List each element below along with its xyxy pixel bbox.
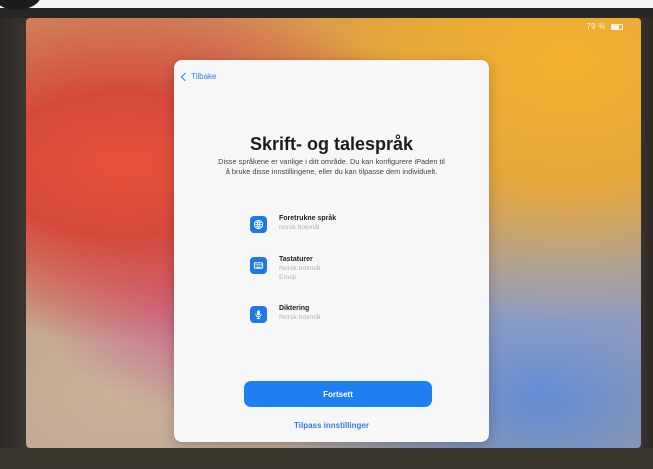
back-button-label: Tilbake (191, 72, 217, 81)
dictation-text: Diktering Norsk bokmål (279, 304, 419, 322)
globe-icon (250, 216, 267, 233)
bottom-bezel (0, 448, 653, 469)
continue-button[interactable]: Fortsett (244, 381, 432, 407)
preferred-languages-title: Foretrukne språk (279, 215, 337, 222)
battery-icon (611, 23, 623, 30)
keyboards-title: Tastaturer (279, 256, 313, 263)
top-bezel (0, 8, 653, 18)
status-bar: 79 % (587, 22, 623, 31)
customize-settings-link[interactable]: Tilpass innstillinger (174, 421, 489, 430)
preferred-languages-value: norsk bokmål (279, 224, 320, 231)
language-setup-sheet: Tilbake Skrift- og talespråk Disse språk… (174, 60, 489, 442)
right-bezel (641, 18, 653, 448)
dictation-value: Norsk bokmål (279, 314, 321, 321)
battery-percentage: 79 % (586, 22, 606, 31)
left-bezel (0, 18, 26, 448)
ipad-screen: 79 % Tilbake Skrift- og talespråk Disse … (26, 18, 641, 448)
microphone-icon (250, 306, 267, 323)
keyboard-icon (250, 257, 267, 274)
tablet-frame: 79 % Tilbake Skrift- og talespråk Disse … (0, 8, 653, 469)
keyboards-text: Tastaturer Norsk bokmål Emoji (279, 255, 419, 282)
page-description: Disse språkene er vanlige i ditt område.… (218, 157, 445, 176)
keyboards-value-1: Norsk bokmål (279, 265, 321, 272)
back-button[interactable]: Tilbake (180, 72, 217, 81)
dictation-title: Diktering (279, 305, 310, 312)
page-title: Skrift- og talespråk (249, 134, 414, 154)
preferred-languages-text: Foretrukne språk norsk bokmål (279, 214, 419, 232)
chevron-left-icon (180, 72, 190, 81)
keyboards-value-2: Emoji (279, 274, 296, 281)
